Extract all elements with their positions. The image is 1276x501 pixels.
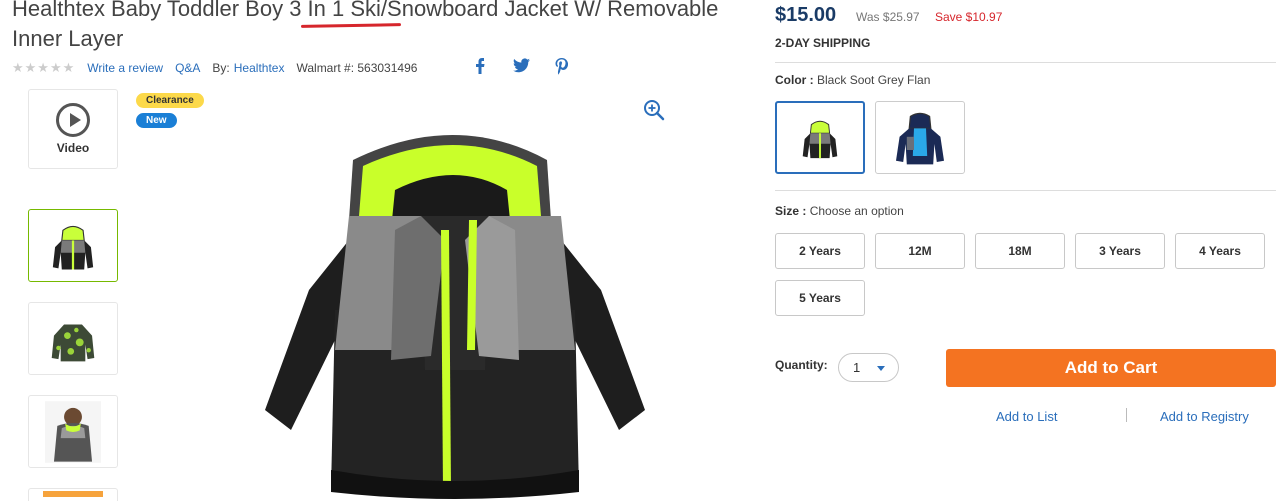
- by-label: By:: [212, 61, 230, 75]
- pinterest-icon[interactable]: [555, 58, 568, 75]
- write-review-link[interactable]: Write a review: [87, 61, 163, 75]
- quantity-label: Quantity:: [775, 358, 828, 372]
- add-to-cart-button[interactable]: Add to Cart: [946, 349, 1276, 387]
- savings: Save $10.97: [935, 10, 1003, 24]
- title-part-1: Healthtex Baby Toddler Boy: [12, 0, 290, 21]
- thumbnail-1[interactable]: [28, 209, 118, 282]
- was-price: Was $25.97: [856, 10, 920, 24]
- quantity-value: 1: [853, 360, 861, 375]
- black-jacket-swatch-icon: [802, 120, 838, 158]
- size-option-12m[interactable]: 12M: [875, 233, 965, 269]
- qa-link[interactable]: Q&A: [175, 61, 200, 75]
- quantity-select[interactable]: 1: [838, 353, 899, 382]
- size-value: Choose an option: [809, 204, 904, 218]
- size-option-5-years[interactable]: 5 Years: [775, 280, 865, 316]
- facebook-icon[interactable]: [474, 58, 486, 74]
- product-title: Healthtex Baby Toddler Boy 3 In 1 Ski/Sn…: [12, 0, 762, 54]
- new-badge: New: [136, 113, 177, 128]
- divider: [775, 62, 1276, 63]
- play-icon: [56, 103, 90, 137]
- chevron-down-icon: [877, 366, 885, 371]
- title-highlight: 3 In 1 Ski: [289, 0, 381, 21]
- size-option-4-years[interactable]: 4 Years: [1175, 233, 1265, 269]
- add-to-registry-link[interactable]: Add to Registry: [1160, 409, 1249, 424]
- thumbnail-4[interactable]: [28, 488, 118, 501]
- model-photo-icon: [45, 400, 101, 463]
- color-swatch-blue[interactable]: [875, 101, 965, 174]
- walmart-number: Walmart #: 563031496: [296, 61, 418, 75]
- brand-link[interactable]: Healthtex: [234, 61, 285, 75]
- color-label: Color : Black Soot Grey Flan: [775, 73, 931, 87]
- thumbnail-3[interactable]: [28, 395, 118, 468]
- product-main-image[interactable]: [245, 120, 665, 501]
- size-option-2-years[interactable]: 2 Years: [775, 233, 865, 269]
- size-option-18m[interactable]: 18M: [975, 233, 1065, 269]
- blue-jacket-swatch-icon: [896, 112, 944, 164]
- zoom-in-icon[interactable]: [643, 99, 665, 121]
- video-label: Video: [56, 141, 90, 155]
- clearance-badge: Clearance: [136, 93, 204, 108]
- shipping-badge: 2-DAY SHIPPING: [775, 36, 871, 50]
- jacket-thumbnail-icon: [52, 225, 94, 270]
- twitter-icon[interactable]: [513, 58, 530, 73]
- rating-stars[interactable]: ★★★★★: [12, 60, 75, 76]
- product-meta-row: ★★★★★ Write a review Q&A By: Healthtex Wa…: [12, 60, 429, 76]
- divider: [775, 190, 1276, 191]
- size-label: Size : Choose an option: [775, 204, 904, 218]
- current-price: $15.00: [775, 4, 837, 26]
- color-value: Black Soot Grey Flan: [817, 73, 931, 87]
- add-to-list-link[interactable]: Add to List: [996, 409, 1057, 424]
- size-option-3-years[interactable]: 3 Years: [1075, 233, 1165, 269]
- camo-jacket-icon: [51, 323, 95, 361]
- thumbnail-2[interactable]: [28, 302, 118, 375]
- link-separator: [1126, 408, 1127, 422]
- video-thumbnail[interactable]: Video: [28, 89, 118, 169]
- color-swatch-black[interactable]: [775, 101, 865, 174]
